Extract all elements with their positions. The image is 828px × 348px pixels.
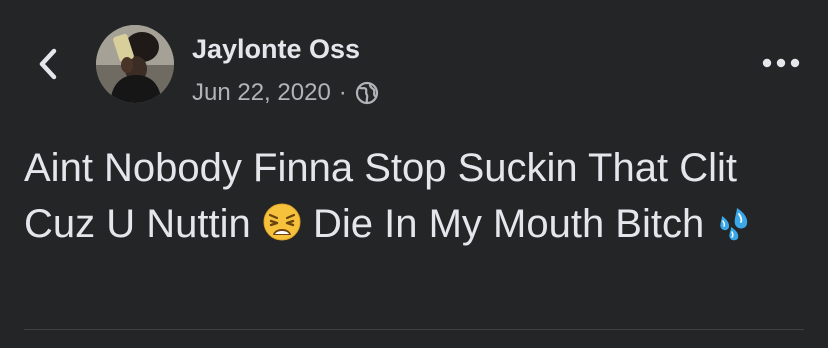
- author-name[interactable]: Jaylonte Oss: [192, 34, 360, 65]
- post-meta: Jun 22, 2020 ·: [192, 77, 379, 109]
- more-options-button[interactable]: [758, 48, 804, 78]
- post-text-part-2: Die In My Mouth Bitch: [301, 202, 716, 246]
- divider: [24, 329, 804, 330]
- meta-separator: ·: [338, 79, 347, 106]
- more-horizontal-icon: [762, 58, 800, 68]
- globe-icon: [355, 81, 379, 105]
- post-date[interactable]: Jun 22, 2020: [192, 79, 331, 107]
- weary-face-emoji: [262, 201, 302, 241]
- avatar-image: [96, 25, 174, 103]
- post-text: Aint Nobody Finna Stop Suckin That Clit …: [24, 140, 804, 252]
- avatar[interactable]: [96, 25, 174, 103]
- sweat-droplets-emoji: [715, 201, 755, 241]
- chevron-left-icon: [39, 48, 57, 80]
- back-button[interactable]: [30, 42, 66, 86]
